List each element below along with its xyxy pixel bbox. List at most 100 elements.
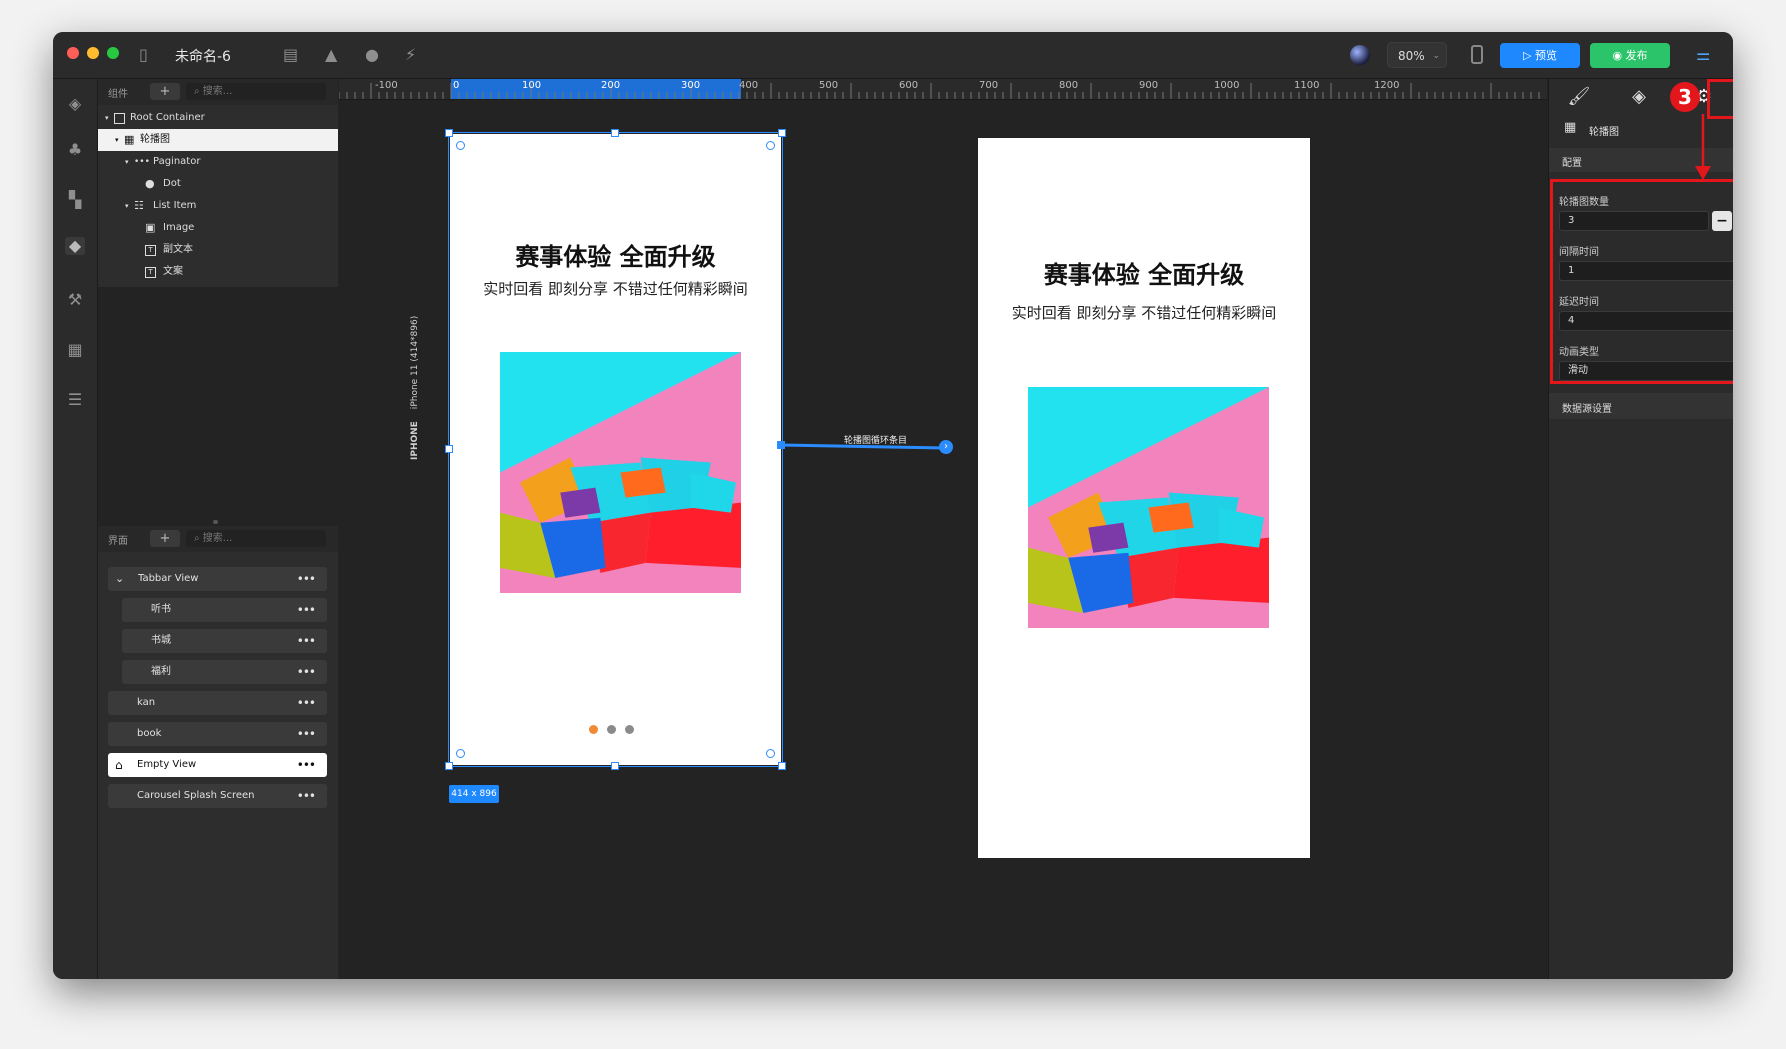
corner-radius-handle[interactable] (766, 141, 775, 150)
tree-item-paginator[interactable]: ▾ ••• Paginator (98, 151, 338, 173)
components-icon[interactable]: ● (365, 45, 379, 64)
more-icon[interactable]: ••• (297, 567, 316, 591)
layers-icon[interactable]: ◆ (65, 237, 85, 255)
preview-button[interactable]: ▷ 预览 (1500, 43, 1580, 68)
screen-item-label: Empty View (137, 759, 197, 770)
tree-item-label: 文案 (163, 266, 183, 277)
shapes-icon[interactable]: ♣ (65, 141, 85, 159)
style-tab[interactable]: 🖌 (1549, 79, 1609, 114)
tree-item-subtext[interactable]: T 副文本 (98, 239, 338, 261)
more-icon[interactable]: ••• (297, 660, 316, 684)
lightning-icon[interactable]: ⚡ (405, 45, 416, 64)
connection-arrow-icon[interactable]: › (939, 440, 953, 454)
document-icon[interactable]: ▤ (283, 45, 298, 64)
device-size-label: iPhone 11 (414*896) (410, 315, 420, 410)
interaction-tab[interactable]: ◈ (1609, 79, 1669, 114)
more-icon[interactable]: ••• (297, 629, 316, 653)
screen-item-label: Tabbar View (138, 573, 199, 584)
screen-item-label: kan (137, 697, 156, 708)
layers-search-input[interactable]: ⌕ 搜索... (186, 83, 326, 100)
datasource-section-label: 数据源设置 (1562, 404, 1612, 415)
eye-icon: ◉ (1612, 49, 1626, 62)
ruler-label: 800 (1059, 80, 1079, 91)
tree-item-image[interactable]: ▣ Image (98, 217, 338, 239)
carousel-preview-frame[interactable]: 赛事体验 全面升级 实时回看 即刻分享 不错过任何精彩瞬间 (978, 138, 1310, 858)
caret-down-icon: ▾ (125, 158, 129, 166)
screens-search-placeholder: 搜索... (202, 533, 233, 544)
screens-header: 界面 + ⌕ 搜索... (98, 526, 338, 552)
layers-header: 组件 + ⌕ 搜索... (98, 79, 338, 105)
avatar[interactable] (1350, 45, 1370, 65)
ruler-label: 400 (739, 80, 759, 91)
layout-icon[interactable]: ▚ (65, 191, 85, 209)
list-icon[interactable]: ☰ (65, 391, 85, 409)
carousel-icon: ▦ (124, 133, 135, 146)
horizontal-ruler: -100 0 100 200 300 400 500 600 700 800 9… (339, 79, 1547, 100)
inspector-panel: 🖌 ◈ ⚙ 3 ▦ 轮播图 配置 轮播图数量 3 − + 间隔时间 1 延迟时间… (1548, 79, 1733, 979)
screen-subtitle: 实时回看 即刻分享 不错过任何精彩瞬间 (1011, 304, 1277, 322)
hammer-icon[interactable]: ⚒ (65, 291, 85, 309)
ruler-label: 700 (979, 80, 999, 91)
add-screen-button[interactable]: + (150, 530, 180, 547)
ruler-label: 100 (522, 80, 542, 91)
tree-item-dot[interactable]: ● Dot (98, 173, 338, 195)
settings-sliders-icon[interactable]: ⚌ (1696, 45, 1710, 64)
highlight-config-fields (1550, 179, 1733, 384)
more-icon[interactable]: ••• (297, 691, 316, 715)
resize-handle[interactable] (445, 445, 453, 453)
triangle-shapes-icon[interactable]: ▲ (325, 45, 337, 64)
tree-item-carousel[interactable]: ▾ ▦ 轮播图 (98, 129, 338, 151)
screen-item-tabbar-view[interactable]: ⌄ Tabbar View ••• (108, 567, 327, 591)
component-name: 轮播图 (1589, 127, 1619, 138)
publish-button[interactable]: ◉ 发布 (1590, 43, 1670, 68)
more-icon[interactable]: ••• (297, 753, 316, 777)
tree-background (98, 287, 338, 525)
screen-item-shucheng[interactable]: 书城 ••• (122, 629, 327, 653)
shapes-icon: ● (145, 177, 155, 190)
more-icon[interactable]: ••• (297, 598, 316, 622)
screen-item-label: 福利 (151, 666, 171, 677)
resize-handle[interactable] (778, 762, 786, 770)
design-canvas[interactable]: IPHONE iPhone 11 (414*896) 赛事体验 全面升级 实时回看… (339, 100, 1547, 979)
screen-item-book[interactable]: book ••• (108, 722, 327, 746)
ruler-label: 200 (601, 80, 621, 91)
zoom-select[interactable]: 80% ⌄ (1387, 42, 1447, 68)
corner-radius-handle[interactable] (456, 749, 465, 758)
resize-handle[interactable] (611, 762, 619, 770)
resize-handle[interactable] (611, 129, 619, 137)
tree-item-list-item[interactable]: ▾ ☷ List Item (98, 195, 338, 217)
screen-item-fuli[interactable]: 福利 ••• (122, 660, 327, 684)
screen-item-kan[interactable]: kan ••• (108, 691, 327, 715)
resize-handle[interactable] (445, 762, 453, 770)
tree-item-root-container[interactable]: ▾ Root Container (98, 107, 338, 129)
tree-item-label: List Item (153, 200, 197, 211)
ruler-label: 900 (1139, 80, 1159, 91)
corner-radius-handle[interactable] (766, 749, 775, 758)
screen-item-carousel-splash[interactable]: Carousel Splash Screen ••• (108, 784, 327, 808)
datasource-section-header[interactable]: 数据源设置 (1549, 393, 1733, 419)
cube-icon[interactable]: ◈ (65, 95, 85, 113)
tree-item-copy[interactable]: T 文案 (98, 261, 338, 283)
more-icon[interactable]: ••• (297, 722, 316, 746)
sidebar-toggle-icon[interactable]: ▯ (139, 45, 148, 64)
screen-item-tingshu[interactable]: 听书 ••• (122, 598, 327, 622)
brush-icon: 🖌 (1567, 86, 1591, 107)
resize-handle[interactable] (778, 129, 786, 137)
minimize-window-button[interactable] (87, 47, 99, 59)
screen-item-empty-view[interactable]: ⌂ Empty View ••• (108, 753, 327, 777)
add-component-button[interactable]: + (150, 83, 180, 100)
resize-handle[interactable] (445, 129, 453, 137)
panel-resize-handle[interactable] (213, 520, 218, 524)
screens-search-input[interactable]: ⌕ 搜索... (186, 530, 326, 547)
corner-radius-handle[interactable] (456, 141, 465, 150)
text-icon: T (145, 245, 156, 256)
more-icon[interactable]: ••• (297, 784, 316, 808)
selection-outline (448, 132, 783, 767)
maximize-window-button[interactable] (107, 47, 119, 59)
grid-icon[interactable]: ▦ (65, 341, 85, 359)
chevron-down-icon: ⌄ (1432, 51, 1440, 61)
close-window-button[interactable] (67, 47, 79, 59)
search-icon: ⌕ (194, 533, 203, 544)
step-badge-number: 3 (1678, 85, 1692, 109)
device-icon[interactable] (1471, 45, 1483, 64)
